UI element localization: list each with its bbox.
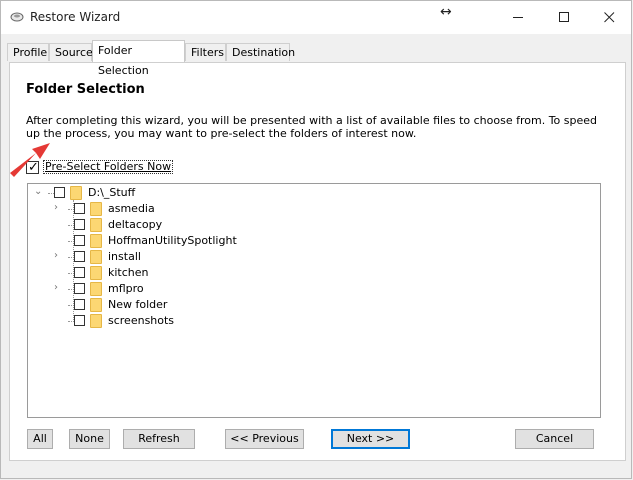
tree-node-label: screenshots bbox=[108, 314, 175, 327]
tree-node-label: asmedia bbox=[108, 202, 155, 215]
folder-icon bbox=[90, 202, 102, 216]
collapse-chevron-icon[interactable]: ⌄ bbox=[34, 185, 44, 199]
select-all-button[interactable]: All bbox=[27, 429, 53, 449]
folder-selection-panel: Folder Selection After completing this w… bbox=[9, 62, 626, 461]
folder-icon bbox=[70, 186, 82, 200]
tree-root-node[interactable]: ⌄ D:\_Stuff bbox=[34, 185, 234, 201]
window-title: Restore Wizard bbox=[30, 10, 121, 24]
maximize-button[interactable] bbox=[541, 1, 587, 34]
expand-chevron-icon[interactable]: › bbox=[54, 201, 64, 215]
tree-checkbox[interactable] bbox=[74, 235, 85, 246]
folder-icon bbox=[90, 218, 102, 232]
tree-node[interactable]: kitchen bbox=[54, 265, 304, 281]
resize-cursor-icon: ↔ bbox=[440, 4, 452, 20]
close-icon bbox=[603, 12, 614, 23]
folder-icon bbox=[90, 250, 102, 264]
folder-icon bbox=[90, 234, 102, 248]
restore-wizard-window: Restore Wizard ↔ Profile Source Folder S… bbox=[0, 0, 632, 479]
tree-node[interactable]: New folder bbox=[54, 297, 304, 313]
tree-node-label: HoffmanUtilitySpotlight bbox=[108, 234, 237, 247]
tab-profile[interactable]: Profile bbox=[7, 43, 49, 61]
maximize-icon bbox=[558, 12, 569, 22]
folder-icon bbox=[90, 282, 102, 296]
tree-node-label: deltacopy bbox=[108, 218, 163, 231]
minimize-icon bbox=[512, 17, 523, 18]
tree-node[interactable]: deltacopy bbox=[54, 217, 304, 233]
folder-icon bbox=[90, 266, 102, 280]
cancel-button[interactable]: Cancel bbox=[515, 429, 594, 449]
preselect-label[interactable]: Pre-Select Folders Now bbox=[43, 160, 174, 174]
tree-node-label: install bbox=[108, 250, 141, 263]
tree-checkbox[interactable] bbox=[74, 251, 85, 262]
folder-icon bbox=[90, 298, 102, 312]
tree-node[interactable]: › asmedia bbox=[54, 201, 304, 217]
tab-filters[interactable]: Filters bbox=[185, 43, 226, 61]
tree-node-label: D:\_Stuff bbox=[88, 186, 136, 199]
page-title: Folder Selection bbox=[26, 82, 145, 97]
select-none-button[interactable]: None bbox=[69, 429, 110, 449]
minimize-button[interactable] bbox=[495, 1, 541, 34]
tree-checkbox[interactable] bbox=[74, 283, 85, 294]
previous-button[interactable]: << Previous bbox=[225, 429, 304, 449]
next-button[interactable]: Next >> bbox=[331, 429, 410, 449]
instructions-text: After completing this wizard, you will b… bbox=[26, 114, 598, 140]
tree-checkbox[interactable] bbox=[74, 267, 85, 278]
tree-checkbox[interactable] bbox=[54, 187, 65, 198]
tree-node-label: kitchen bbox=[108, 266, 149, 279]
tree-node-label: mflpro bbox=[108, 282, 144, 295]
tree-node[interactable]: › mflpro bbox=[54, 281, 304, 297]
title-bar[interactable]: Restore Wizard ↔ bbox=[1, 1, 631, 34]
red-arrow-icon bbox=[10, 143, 50, 177]
folder-icon bbox=[90, 314, 102, 328]
tab-folder-selection[interactable]: Folder Selection bbox=[92, 40, 185, 77]
folder-tree[interactable]: ⌄ D:\_Stuff › asmedia deltacopy HoffmanU… bbox=[27, 183, 601, 418]
tree-checkbox[interactable] bbox=[74, 203, 85, 214]
tree-node[interactable]: HoffmanUtilitySpotlight bbox=[54, 233, 304, 249]
tree-checkbox[interactable] bbox=[74, 315, 85, 326]
tab-source[interactable]: Source bbox=[49, 43, 93, 61]
close-button[interactable] bbox=[586, 1, 632, 34]
tree-checkbox[interactable] bbox=[74, 299, 85, 310]
tree-node-label: New folder bbox=[108, 298, 168, 311]
tree-node[interactable]: screenshots bbox=[54, 313, 304, 329]
expand-chevron-icon[interactable]: › bbox=[54, 281, 64, 295]
refresh-button[interactable]: Refresh bbox=[123, 429, 195, 449]
tab-destination[interactable]: Destination bbox=[226, 43, 295, 61]
tree-checkbox[interactable] bbox=[74, 219, 85, 230]
expand-chevron-icon[interactable]: › bbox=[54, 249, 64, 263]
app-icon bbox=[10, 12, 24, 22]
tree-node[interactable]: › install bbox=[54, 249, 304, 265]
